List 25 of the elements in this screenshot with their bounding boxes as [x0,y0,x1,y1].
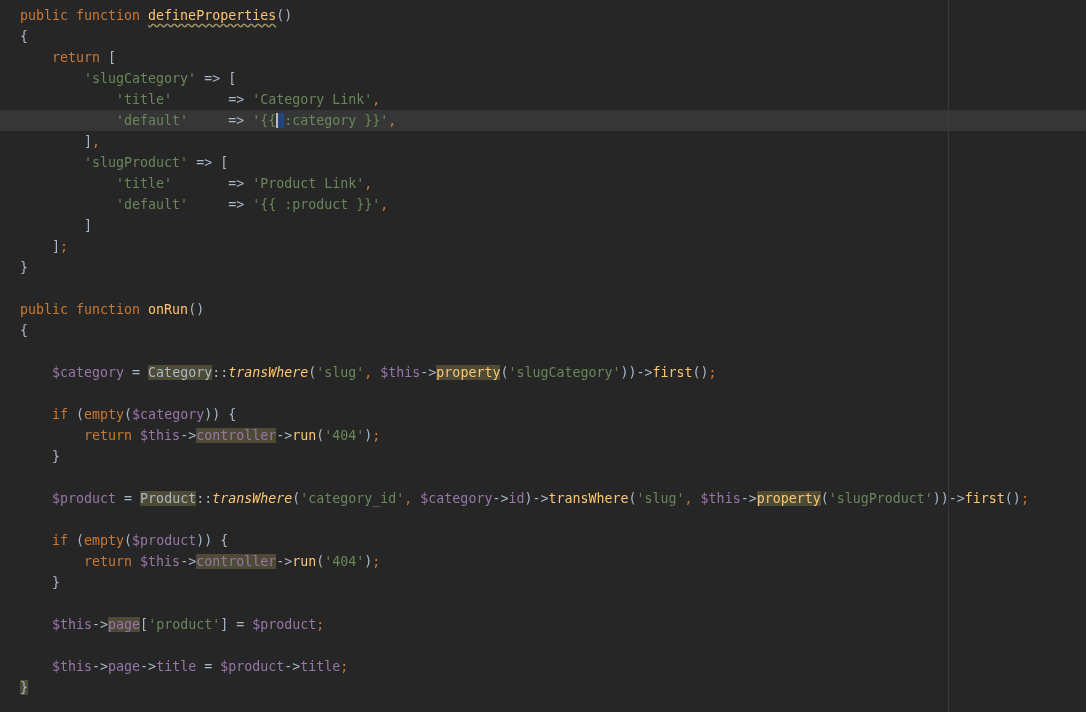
code-line: } [19,259,29,277]
code-line: ]; [51,238,70,256]
code-line: return [ [51,49,118,67]
code-line: public function onRun() [19,301,206,319]
code-line: if (empty($category)) { [51,406,238,424]
code-line: return $this->controller->run('404'); [83,427,382,445]
code-editor[interactable] [0,0,1086,712]
code-line: { [19,28,29,46]
code-line: { [19,322,29,340]
code-line: ], [83,133,102,151]
code-line: 'title' => 'Product Link', [115,175,374,193]
code-line: return $this->controller->run('404'); [83,553,382,571]
code-line: 'title' => 'Category Link', [115,91,382,109]
code-line: } [51,574,62,592]
code-line: $product = Product::transWhere('category_id', $category->id)->transWhere('slug', $this->property('slugProduct'))->first(); [51,490,1030,509]
code-line: public function defineProperties() [19,7,294,25]
code-line: $category = Category::transWhere('slug', $this->property('slugCategory'))->first(); [51,364,718,382]
code-line: $this->page['product'] = $product; [51,616,326,634]
code-line: ] [83,217,94,235]
code-line: $this->page->title = $product->title; [51,658,350,676]
code-line: 'slugCategory' => [ [83,70,238,88]
code-line: } [51,448,62,466]
code-line: if (empty($product)) { [51,532,230,550]
code-line: 'slugProduct' => [ [83,154,230,172]
code-line: 'default' => '{{ :product }}', [115,196,390,214]
